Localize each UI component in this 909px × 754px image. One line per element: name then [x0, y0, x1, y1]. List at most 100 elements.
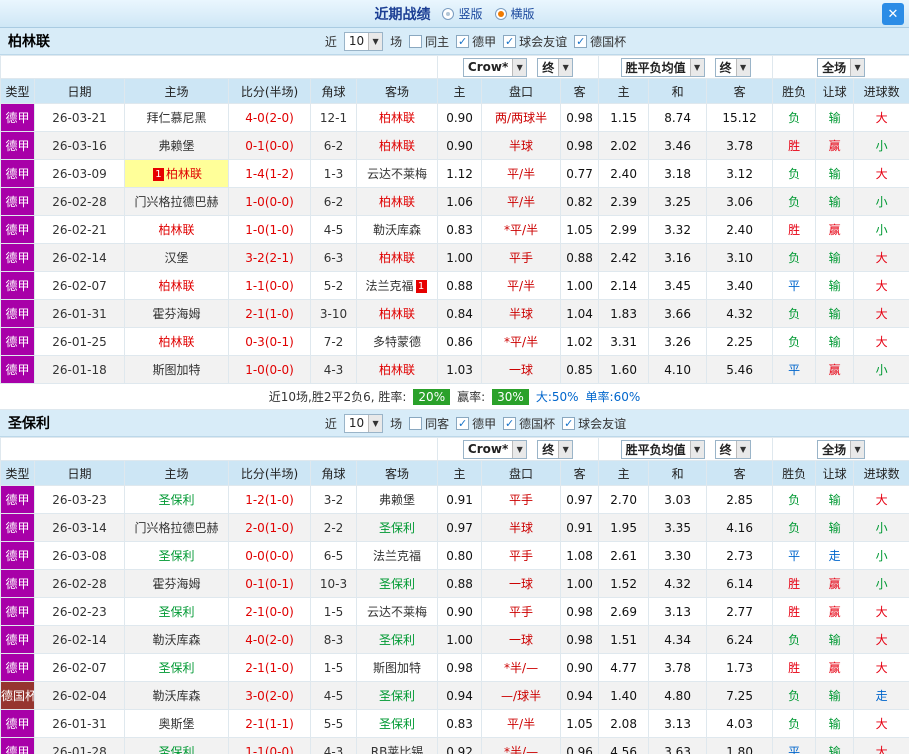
match-count-select[interactable]: 10 ▼: [343, 31, 384, 51]
final-odds-select-2[interactable]: 终 ▼: [714, 57, 751, 77]
header-selects-row: Crow* ▼ 终 ▼ 胜平负均值 ▼ 终 ▼ 全场 ▼: [0, 55, 909, 79]
away-team-name[interactable]: 圣保利: [379, 717, 415, 731]
home-team-name[interactable]: 圣保利: [158, 661, 194, 675]
filter-checkbox-球会友谊[interactable]: ✓ 球会友谊: [562, 415, 626, 432]
filter-checkbox-球会友谊[interactable]: ✓ 球会友谊: [503, 33, 567, 50]
match-scope-select[interactable]: 全场 ▼: [817, 439, 866, 459]
home-team-name[interactable]: 汉堡: [164, 251, 188, 265]
odds-company-select[interactable]: Crow* ▼: [462, 439, 528, 459]
score-cell[interactable]: 1-2(1-0): [228, 485, 311, 514]
home-team-name[interactable]: 门兴格拉德巴赫: [134, 521, 218, 535]
score-cell[interactable]: 1-1(0-0): [228, 271, 311, 300]
ah-away-odds: 0.85: [560, 355, 600, 384]
home-team-name[interactable]: 勒沃库森: [152, 689, 200, 703]
away-team-name[interactable]: 柏林联: [379, 307, 415, 321]
home-team-name[interactable]: 奥斯堡: [158, 717, 194, 731]
away-team-name[interactable]: 柏林联: [379, 139, 415, 153]
home-team-name[interactable]: 斯图加特: [152, 363, 200, 377]
away-team-name[interactable]: RB莱比锡: [371, 745, 424, 754]
home-team-name[interactable]: 弗赖堡: [158, 139, 194, 153]
col-header-7: 盘口: [481, 460, 562, 486]
away-team-name[interactable]: 柏林联: [379, 195, 415, 209]
home-team-name[interactable]: 圣保利: [158, 549, 194, 563]
home-team-name[interactable]: 柏林联: [158, 223, 194, 237]
score-cell[interactable]: 1-0(1-0): [228, 215, 311, 244]
away-team-name[interactable]: 勒沃库森: [373, 223, 421, 237]
match-row: 德国杯 26-02-04 勒沃库森 3-0(2-0) 4-5 圣保利 0.94 —/球半 0.9…: [0, 681, 909, 710]
radio-horizontal[interactable]: 横版: [494, 5, 535, 22]
score-cell[interactable]: 3-2(2-1): [228, 243, 311, 272]
home-team-cell: 圣保利: [124, 541, 229, 570]
filter-checkbox-德国杯[interactable]: ✓ 德国杯: [574, 33, 626, 50]
score-cell[interactable]: 2-0(1-0): [228, 513, 311, 542]
away-team-name[interactable]: 柏林联: [379, 363, 415, 377]
score-cell[interactable]: 0-1(0-0): [228, 131, 311, 160]
radio-vertical[interactable]: 竖版: [442, 5, 483, 22]
away-team-name[interactable]: 圣保利: [379, 633, 415, 647]
goals-result-cell: 小: [853, 541, 909, 570]
corner-cell: 3-10: [310, 299, 357, 328]
away-team-name[interactable]: 云达不莱梅: [367, 605, 427, 619]
home-team-name[interactable]: 门兴格拉德巴赫: [134, 195, 218, 209]
away-team-name[interactable]: 多特蒙德: [373, 335, 421, 349]
score-cell[interactable]: 1-1(0-0): [228, 737, 311, 754]
match-count-select-value: 10: [348, 34, 365, 48]
home-team-name[interactable]: 霍芬海姆: [152, 577, 200, 591]
home-team-name[interactable]: 柏林联: [166, 167, 202, 181]
away-team-name[interactable]: 圣保利: [379, 521, 415, 535]
home-team-cell: 霍芬海姆: [124, 569, 229, 598]
odds-company-select[interactable]: Crow* ▼: [462, 57, 528, 77]
score-cell[interactable]: 2-1(0-0): [228, 597, 311, 626]
away-team-name[interactable]: 圣保利: [379, 577, 415, 591]
wdl-average-select[interactable]: 胜平负均值 ▼: [620, 439, 705, 459]
score-cell[interactable]: 1-0(0-0): [228, 355, 311, 384]
away-team-name[interactable]: 法兰克福: [373, 549, 421, 563]
filter-checkbox-德甲[interactable]: ✓ 德甲: [456, 33, 496, 50]
filter-checkbox-同主[interactable]: 同主: [409, 33, 449, 50]
match-count-select[interactable]: 10 ▼: [343, 413, 384, 433]
away-team-name[interactable]: 弗赖堡: [379, 493, 415, 507]
match-scope-select[interactable]: 全场 ▼: [817, 57, 866, 77]
final-odds-select-2[interactable]: 终 ▼: [714, 439, 751, 459]
away-team-cell: 柏林联: [355, 131, 439, 160]
score-cell[interactable]: 1-0(0-0): [228, 187, 311, 216]
score-cell[interactable]: 0-0(0-0): [228, 541, 311, 570]
home-team-name[interactable]: 拜仁慕尼黑: [146, 111, 206, 125]
away-team-name[interactable]: 斯图加特: [373, 661, 421, 675]
away-team-cell: 云达不莱梅: [355, 159, 439, 188]
final-odds-select-1[interactable]: 终 ▼: [537, 439, 574, 459]
home-team-name[interactable]: 勒沃库森: [152, 633, 200, 647]
score-cell[interactable]: 0-1(0-1): [228, 569, 311, 598]
score-cell[interactable]: 0-3(0-1): [228, 327, 311, 356]
score-cell[interactable]: 4-0(2-0): [228, 103, 311, 132]
filter-checkbox-同客[interactable]: 同客: [409, 415, 449, 432]
score-cell[interactable]: 1-4(1-2): [228, 159, 311, 188]
score-cell[interactable]: 3-0(2-0): [228, 681, 311, 710]
filter-checkbox-德甲[interactable]: ✓ 德甲: [456, 415, 496, 432]
score-cell[interactable]: 2-1(1-1): [228, 709, 311, 738]
away-team-name[interactable]: 云达不莱梅: [367, 167, 427, 181]
home-team-name[interactable]: 圣保利: [158, 605, 194, 619]
final-odds-select-1[interactable]: 终 ▼: [537, 57, 574, 77]
home-team-name[interactable]: 柏林联: [158, 279, 194, 293]
away-team-name[interactable]: 圣保利: [379, 689, 415, 703]
ah-home-odds: 0.98: [437, 653, 483, 682]
away-team-name[interactable]: 柏林联: [379, 251, 415, 265]
score-cell[interactable]: 4-0(2-0): [228, 625, 311, 654]
league-cell: 德甲: [0, 513, 35, 542]
result-cell: 平: [772, 355, 817, 384]
score-cell[interactable]: 2-1(1-0): [228, 653, 311, 682]
away-team-name[interactable]: 法兰克福: [366, 279, 414, 293]
home-team-name[interactable]: 霍芬海姆: [152, 307, 200, 321]
away-team-name[interactable]: 柏林联: [379, 111, 415, 125]
match-count-select-value: 10: [348, 416, 365, 430]
close-button[interactable]: ✕: [882, 3, 904, 25]
home-team-name[interactable]: 柏林联: [158, 335, 194, 349]
eu-draw-odds: 4.80: [648, 681, 708, 710]
score-cell[interactable]: 2-1(1-0): [228, 299, 311, 328]
home-team-name[interactable]: 圣保利: [158, 493, 194, 507]
filter-checkbox-德国杯[interactable]: ✓ 德国杯: [503, 415, 555, 432]
home-team-name[interactable]: 圣保利: [158, 745, 194, 754]
wdl-average-select[interactable]: 胜平负均值 ▼: [620, 57, 705, 77]
chevron-down-icon: ▼: [689, 58, 704, 76]
